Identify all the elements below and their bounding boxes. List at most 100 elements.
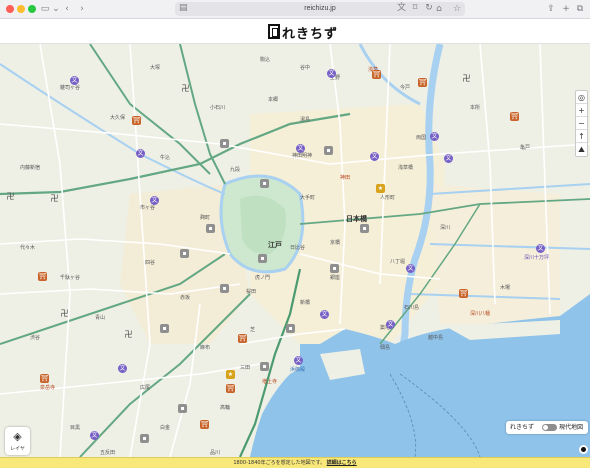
school-icon[interactable]: 文 — [370, 152, 379, 161]
temple-icon[interactable]: 卍 — [462, 74, 471, 83]
map-label-zoshigaya: 雑司ヶ谷 — [60, 85, 81, 91]
shrine-icon[interactable]: ⛩ — [372, 70, 381, 79]
site-logo-text[interactable]: れきちず — [282, 23, 338, 42]
school-icon[interactable]: 文 — [136, 149, 145, 158]
landmark-icon[interactable]: ★ — [226, 370, 235, 379]
layer-button-label: レイヤ — [10, 446, 25, 452]
tab-overview-icon[interactable]: ⧉ — [575, 3, 585, 16]
shrine-icon[interactable]: ⛩ — [226, 384, 235, 393]
layer-button[interactable]: ◈ レイヤ — [5, 427, 30, 455]
back-icon[interactable]: ‹ — [63, 3, 71, 16]
temple-icon[interactable]: 卍 — [181, 84, 190, 93]
map-canvas[interactable]: 江戸 日本橋 神田明神 上野 八丁堀 築地 深川十万坪 芝 品川 浅草 両国 桜… — [0, 44, 590, 457]
zoom-in-button[interactable]: + — [576, 104, 587, 117]
shrine-icon[interactable]: ⛩ — [200, 420, 209, 429]
place-icon[interactable]: ▪ — [324, 146, 333, 155]
map-label-imado: 今戸 — [400, 85, 411, 91]
map-label-kameido: 亀戸 — [520, 145, 531, 151]
school-icon[interactable]: 文 — [150, 196, 159, 205]
close-window-button[interactable] — [6, 5, 14, 13]
temple-icon[interactable]: 卍 — [6, 192, 15, 201]
place-icon[interactable]: ▪ — [180, 249, 189, 258]
map-label-kanda-myojin: 神田 — [340, 175, 351, 181]
school-icon[interactable]: 文 — [444, 154, 453, 163]
place-icon[interactable]: ▪ — [206, 224, 215, 233]
school-icon[interactable]: 文 — [406, 264, 415, 273]
map-label-fukagawa: 深川十万坪 — [524, 255, 550, 261]
landmark-icon[interactable]: ★ — [376, 184, 385, 193]
place-icon[interactable]: ▪ — [178, 404, 187, 413]
map-style-toggle[interactable]: れきちず 現代地図 — [506, 421, 588, 434]
browser-toolbar: ▭ ⌄ ‹ › ▤ reichizu.jp 文 ⌑ ↻ ⌂ ☆ ⇪ + ⧉ — [0, 0, 590, 19]
temple-icon[interactable]: 卍 — [50, 194, 59, 203]
map-label-aoyama: 青山 — [95, 315, 106, 321]
minimize-window-button[interactable] — [17, 5, 25, 13]
school-icon[interactable]: 文 — [536, 244, 545, 253]
toggle-knob — [543, 425, 548, 430]
chevron-down-icon[interactable]: ⌄ — [52, 3, 60, 16]
shrine-icon[interactable]: ⛩ — [38, 272, 47, 281]
bookmark-icon[interactable]: ⌑ — [411, 2, 419, 15]
address-bar[interactable]: ▤ reichizu.jp 文 ⌑ ↻ — [175, 2, 465, 16]
logo-mark[interactable] — [268, 24, 280, 39]
share-icon[interactable]: ⇪ — [546, 3, 556, 16]
map-label-kyobashi: 京橋 — [330, 240, 341, 246]
school-icon[interactable]: 文 — [118, 364, 127, 373]
map-label-otsuka: 大塚 — [150, 65, 161, 71]
locate-icon[interactable]: ◎ — [576, 91, 587, 104]
map-label-ginza: 銀座 — [330, 275, 341, 281]
star-icon[interactable]: ☆ — [452, 3, 462, 16]
compass-icon[interactable] — [579, 445, 588, 454]
translate-icon[interactable]: 文 — [397, 2, 406, 15]
reload-icon[interactable]: ↻ — [425, 2, 433, 15]
place-icon[interactable]: ▪ — [330, 264, 339, 273]
map-label-nihonbashi: 日本橋 — [346, 215, 367, 223]
temple-icon[interactable]: 卍 — [124, 330, 133, 339]
temple-icon[interactable]: 卍 — [60, 309, 69, 318]
compass-north-icon[interactable]: ↑ — [576, 130, 587, 143]
map-label-etchujima: 越中島 — [428, 335, 444, 341]
school-icon[interactable]: 文 — [386, 320, 395, 329]
place-icon[interactable]: ▪ — [140, 434, 149, 443]
place-icon[interactable]: ▪ — [286, 324, 295, 333]
map-label-yushima: 湯島 — [300, 117, 311, 123]
map-label-yanaka: 谷中 — [300, 65, 311, 71]
school-icon[interactable]: 文 — [294, 356, 303, 365]
map-label-toranomon: 虎ノ門 — [255, 275, 271, 281]
map-label-asakusabashi: 浅草橋 — [398, 165, 414, 171]
toggle-switch[interactable] — [542, 424, 557, 431]
school-icon[interactable]: 文 — [320, 310, 329, 319]
place-icon[interactable]: ▪ — [260, 179, 269, 188]
place-icon[interactable]: ▪ — [160, 324, 169, 333]
details-link[interactable]: 詳細はこちら — [327, 460, 357, 466]
map-label-fukagawa-ward: 深川 — [440, 225, 451, 231]
footer-notice-text: 1800-1840年ごろを想定した地図です。 — [233, 460, 326, 466]
school-icon[interactable]: 文 — [327, 69, 336, 78]
home-icon[interactable]: ⌂ — [434, 3, 444, 16]
school-icon[interactable]: 文 — [430, 132, 439, 141]
zoom-out-button[interactable]: − — [576, 117, 587, 130]
new-tab-icon[interactable]: + — [561, 3, 571, 16]
school-icon[interactable]: 文 — [70, 76, 79, 85]
shrine-icon[interactable]: ⛩ — [459, 289, 468, 298]
shrine-icon[interactable]: ⛩ — [238, 334, 247, 343]
place-icon[interactable]: ▪ — [260, 362, 269, 371]
sidebar-icon[interactable]: ▭ — [40, 3, 50, 16]
terrain-icon[interactable]: ⛰ — [576, 143, 587, 156]
school-icon[interactable]: 文 — [296, 144, 305, 153]
forward-icon[interactable]: › — [78, 3, 86, 16]
shrine-icon[interactable]: ⛩ — [40, 374, 49, 383]
place-icon[interactable]: ▪ — [220, 284, 229, 293]
school-icon[interactable]: 文 — [90, 431, 99, 440]
place-icon[interactable]: ▪ — [258, 254, 267, 263]
map-label-hachobori: 八丁堀 — [390, 259, 406, 265]
place-icon[interactable]: ▪ — [360, 224, 369, 233]
map-label-shiba: 芝 — [250, 327, 256, 333]
shrine-icon[interactable]: ⛩ — [418, 78, 427, 87]
maximize-window-button[interactable] — [28, 5, 36, 13]
place-icon[interactable]: ▪ — [220, 139, 229, 148]
shrine-icon[interactable]: ⛩ — [510, 112, 519, 121]
map-label-komagome: 駒込 — [260, 57, 271, 63]
shrine-icon[interactable]: ⛩ — [132, 116, 141, 125]
map-label-shinagawa: 品川 — [210, 450, 221, 456]
